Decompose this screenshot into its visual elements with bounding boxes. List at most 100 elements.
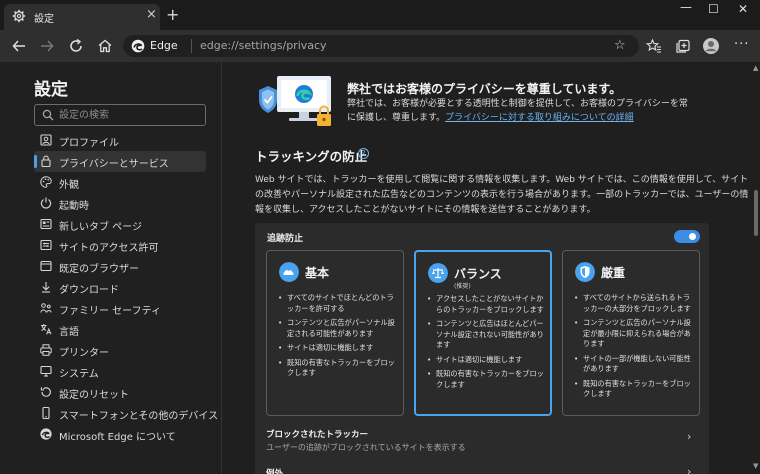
card-title: 基本 <box>305 266 330 280</box>
edge-icon <box>131 39 145 53</box>
tracking-prevention-toggle[interactable] <box>674 230 700 243</box>
sidebar-item-label: プロファイル <box>59 138 119 149</box>
card-bullet: 既知の有害なトラッカーをブロックします <box>573 379 695 400</box>
maximize-button[interactable]: ☐ <box>708 2 719 16</box>
card-bullet: コンテンツと広告はほとんどパーソナル設定されない可能性があります <box>426 319 548 351</box>
forward-icon[interactable] <box>38 37 56 55</box>
settings-search[interactable] <box>34 104 206 126</box>
scale-icon <box>428 263 448 283</box>
sidebar-item-languages[interactable]: 言語 <box>34 319 206 340</box>
card-bullet: アクセスしたことがないサイトからのトラッカーをブロックします <box>426 294 548 315</box>
tracking-level-strict-card[interactable]: 厳重 すべてのサイトから送られるトラッカーの大部分をブロックします コンテンツと… <box>562 250 700 416</box>
tracking-prevention-panel: 追跡防止 基本 すべてのサイトでほとんどのトラッカーを許可する コンテンツと広告… <box>255 223 709 474</box>
palette-icon <box>40 176 52 188</box>
toggle-knob <box>689 233 696 240</box>
sidebar-item-system[interactable]: システム <box>34 361 206 382</box>
card-bullet-list: アクセスしたことがないサイトからのトラッカーをブロックします コンテンツと広告は… <box>426 294 548 394</box>
sidebar-item-label: スマートフォンとその他のデバイス <box>59 411 219 422</box>
card-title: バランス <box>454 267 502 281</box>
sidebar-item-label: システム <box>59 369 99 380</box>
help-icon[interactable]: ? <box>358 148 369 159</box>
card-bullet: すべてのサイトでほとんどのトラッカーを許可する <box>277 293 399 314</box>
sidebar-item-label: Microsoft Edge について <box>59 432 176 443</box>
tab-title: 設定 <box>34 14 54 25</box>
sidebar-item-reset[interactable]: 設定のリセット <box>34 382 206 403</box>
sidebar-item-startup[interactable]: 起動時 <box>34 193 206 214</box>
sidebar-item-label: 言語 <box>59 327 79 338</box>
card-bullet: サイトの一部が機能しない可能性があります <box>573 354 695 375</box>
toolbar: Edge edge://settings/privacy ☆ ··· <box>0 30 760 62</box>
settings-more-icon[interactable]: ··· <box>734 37 749 52</box>
tab-strip: 設定 × + — ☐ ✕ <box>0 0 760 30</box>
refresh-icon[interactable] <box>67 37 85 55</box>
chevron-right-icon[interactable]: › <box>687 430 691 443</box>
system-icon <box>40 365 52 377</box>
sidebar-item-label: プリンター <box>59 348 109 359</box>
close-window-button[interactable]: ✕ <box>738 2 748 16</box>
tab-settings[interactable]: 設定 × <box>4 4 160 30</box>
card-bullet-list: すべてのサイトでほとんどのトラッカーを許可する コンテンツと広告がパーソナル設定… <box>277 293 399 383</box>
sidebar-item-site-permissions[interactable]: サイトのアクセス許可 <box>34 235 206 256</box>
language-icon <box>41 324 52 335</box>
family-icon <box>40 303 52 313</box>
sidebar-item-label: 外観 <box>59 180 79 191</box>
sidebar-item-label: 新しいタブ ページ <box>59 222 142 233</box>
cloud-shield-icon <box>279 262 299 282</box>
collections-icon[interactable] <box>674 37 692 55</box>
sidebar-item-profile[interactable]: プロファイル <box>34 130 206 151</box>
power-icon <box>40 197 52 209</box>
settings-content: 弊社ではお客様のプライバシーを尊重しています。 弊社では、お客様が必要とする透明… <box>223 62 749 474</box>
address-bar[interactable]: Edge edge://settings/privacy ☆ <box>123 35 639 57</box>
home-icon[interactable] <box>96 37 114 55</box>
profile-icon <box>40 134 52 146</box>
sidebar-item-printers[interactable]: プリンター <box>34 340 206 361</box>
minimize-button[interactable]: — <box>680 0 692 14</box>
profile-avatar-icon[interactable] <box>702 37 720 55</box>
card-bullet: 既知の有害なトラッカーをブロックします <box>426 369 548 390</box>
download-icon <box>42 282 50 293</box>
sidebar-item-family-safety[interactable]: ファミリー セーフティ <box>34 298 206 319</box>
scrollbar[interactable] <box>751 62 760 474</box>
new-tab-button[interactable]: + <box>166 5 179 24</box>
privacy-learn-more-link[interactable]: プライバシーに対する取り組みについての詳細 <box>445 113 634 123</box>
back-icon[interactable] <box>10 37 28 55</box>
scroll-down-icon[interactable]: ▼ <box>753 462 758 470</box>
tracking-level-basic-card[interactable]: 基本 すべてのサイトでほとんどのトラッカーを許可する コンテンツと広告がパーソナ… <box>266 250 404 416</box>
blocked-trackers-description: ユーザーの追跡がブロックされているサイトを表示する <box>266 443 466 452</box>
sidebar-item-label: プライバシーとサービス <box>59 159 169 170</box>
sidebar-item-new-tab-page[interactable]: 新しいタブ ページ <box>34 214 206 235</box>
card-bullet: サイトは適切に機能します <box>277 343 399 354</box>
sidebar-item-downloads[interactable]: ダウンロード <box>34 277 206 298</box>
sidebar-item-about[interactable]: Microsoft Edge について <box>34 424 206 445</box>
card-bullet: コンテンツと広告がパーソナル設定される可能性があります <box>277 318 399 339</box>
chevron-right-icon[interactable]: › <box>687 465 691 474</box>
sidebar-item-appearance[interactable]: 外観 <box>34 172 206 193</box>
recommended-label: (推奨) <box>454 283 471 290</box>
hero-description: 弊社では、お客様が必要とする透明性と制御を提供して、お客様のプライバシーを常に保… <box>347 97 692 125</box>
search-input[interactable] <box>59 107 199 123</box>
active-indicator <box>34 155 37 168</box>
scroll-up-icon[interactable]: ▲ <box>753 64 758 72</box>
reset-icon <box>40 387 51 397</box>
gear-icon <box>12 9 26 23</box>
card-bullet: サイトは適切に機能します <box>426 355 548 366</box>
sidebar-item-label: サイトのアクセス許可 <box>59 243 159 254</box>
tracking-level-balanced-card[interactable]: バランス (推奨) アクセスしたことがないサイトからのトラッカーをブロックします… <box>414 250 552 416</box>
newtab-page-icon <box>40 218 52 230</box>
blocked-trackers-title[interactable]: ブロックされたトラッカー <box>266 428 368 440</box>
sidebar-item-default-browser[interactable]: 既定のブラウザー <box>34 256 206 277</box>
address-divider <box>191 39 192 53</box>
scrollbar-thumb[interactable] <box>754 190 758 236</box>
url-text[interactable]: edge://settings/privacy <box>200 39 327 52</box>
sidebar-item-phone-devices[interactable]: スマートフォンとその他のデバイス <box>34 403 218 424</box>
sidebar-item-label: ファミリー セーフティ <box>59 306 161 317</box>
lock-icon <box>41 155 51 168</box>
exceptions-title[interactable]: 例外 <box>266 467 283 474</box>
sidebar-item-privacy[interactable]: プライバシーとサービス <box>34 151 206 172</box>
close-tab-button[interactable]: × <box>146 7 157 22</box>
search-icon <box>42 109 54 121</box>
tracking-prevention-description: Web サイトでは、トラッカーを使用して閲覧に関する情報を収集します。Web サ… <box>255 175 749 215</box>
favorite-star-icon[interactable]: ☆ <box>614 38 626 53</box>
favorites-icon[interactable] <box>645 37 663 55</box>
privacy-illustration <box>259 76 331 126</box>
